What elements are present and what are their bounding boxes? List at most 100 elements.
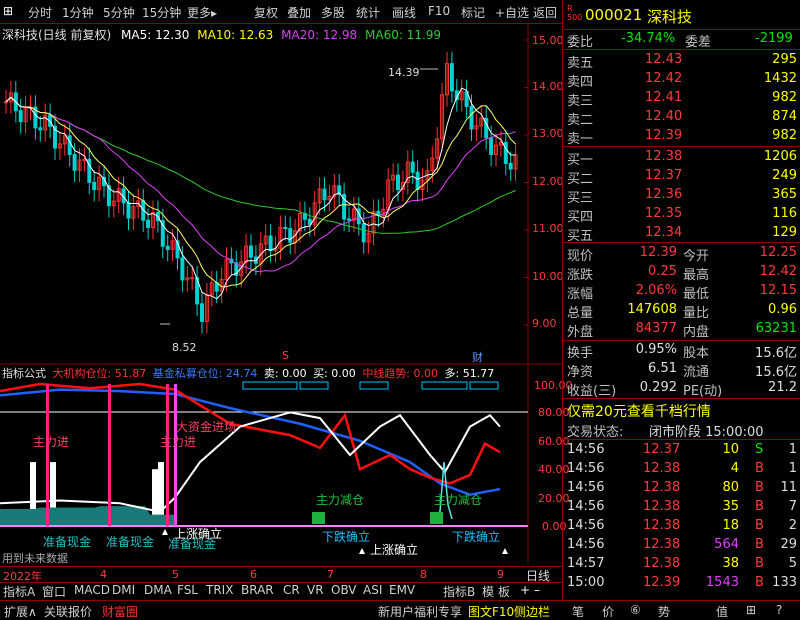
indicator-buy: 买: 0.00 (313, 367, 356, 380)
tab-trix[interactable]: TRIX (206, 583, 233, 597)
tb-zixuan[interactable]: +自选 (495, 4, 529, 21)
stat-value-2: 12.25 (759, 245, 797, 260)
tick-price: 12.37 (643, 442, 681, 457)
tick-row[interactable]: 14:56 12.38 4 B 1 (563, 460, 800, 479)
up-arrow-icon-2 (359, 548, 365, 554)
tb-more[interactable]: 更多▸ (187, 4, 217, 21)
ask-row[interactable]: 卖三 12.41 982 (563, 89, 800, 109)
tick-row[interactable]: 14:57 12.38 38 B 5 (563, 555, 800, 574)
tab-emv[interactable]: EMV (389, 583, 415, 597)
tab-ban[interactable]: 板 (498, 583, 510, 600)
candle-body (82, 158, 87, 161)
grid-icon[interactable]: ⊞ (746, 603, 756, 617)
tick-price: 12.38 (643, 461, 681, 476)
price-tick: 10.00 (532, 270, 564, 283)
tb-15min[interactable]: 15分钟 (142, 4, 181, 21)
tb-5min[interactable]: 5分钟 (103, 4, 135, 21)
month-tick: 5 (172, 568, 179, 581)
value-icon[interactable]: 值 (716, 603, 728, 620)
tick-side: B (755, 575, 764, 590)
trend-icon[interactable]: 势 (658, 603, 670, 620)
pen-icon[interactable]: 笔 (572, 603, 584, 620)
tab-zhibiao-a[interactable]: 指标A (3, 583, 35, 600)
tb-fenshi[interactable]: 分时 (28, 4, 52, 21)
bid-row[interactable]: 买四 12.35 116 (563, 205, 800, 225)
new-user-button[interactable]: 新用户福利专享 (378, 603, 462, 620)
stat-label-2: 内盘 (683, 325, 710, 340)
bid-row[interactable]: 买二 12.37 249 (563, 167, 800, 187)
stock-code[interactable]: 000021 (585, 6, 642, 24)
tab-obv[interactable]: OBV (331, 583, 357, 597)
expand-button[interactable]: 扩展∧ (4, 603, 37, 620)
minus-tab-icon[interactable]: – (534, 583, 540, 597)
signal-spike (108, 384, 111, 526)
tb-fuquan[interactable]: 复权 (254, 4, 278, 21)
indicator-title[interactable]: 指标公式 (2, 367, 46, 380)
tb-back[interactable]: 返回 (533, 4, 557, 21)
tb-diejia[interactable]: 叠加 (287, 4, 311, 21)
six-icon[interactable]: ⑥ (630, 603, 641, 617)
indicator-duo: 多: 51.77 (444, 367, 495, 380)
tab-window[interactable]: 窗口 (42, 583, 66, 600)
related-quote-button[interactable]: 关联报价 (44, 603, 92, 620)
tab-macd[interactable]: MACD (74, 583, 110, 597)
tick-price: 12.38 (643, 556, 681, 571)
ask-row[interactable]: 卖五 12.43 295 (563, 51, 800, 71)
ask-row[interactable]: 卖一 12.39 982 (563, 127, 800, 147)
tick-count: 11 (780, 480, 797, 495)
stat-row: 涨幅 2.06% 最低 12.15 (563, 282, 800, 302)
candle-body (508, 162, 513, 170)
weibi-label: 委比 (567, 35, 594, 50)
tab-mo[interactable]: 模 (482, 583, 494, 600)
stat-row: 外盘 84377 内盘 63231 (563, 320, 800, 340)
bid-row[interactable]: 买一 12.38 1206 (563, 148, 800, 168)
candle-body (489, 137, 494, 155)
tick-row[interactable]: 14:56 12.38 80 B 11 (563, 479, 800, 498)
tick-row[interactable]: 15:00 12.39 1543 B 133 (563, 574, 800, 593)
candle-body (146, 219, 151, 228)
price-icon[interactable]: 价 (602, 603, 614, 620)
cai-marker[interactable]: 财 (472, 349, 483, 365)
tab-dma[interactable]: DMA (144, 583, 172, 597)
stat-label-2: 最高 (683, 268, 710, 283)
tb-1min[interactable]: 1分钟 (62, 4, 94, 21)
sidebar-button[interactable]: 侧边栏 (514, 603, 550, 620)
jiancang-label-1: 主力减仓 (316, 493, 365, 507)
stat-row: 总量 147608 量比 0.96 (563, 301, 800, 321)
price-tick: 9.00 (532, 317, 557, 330)
bid-price: 12.38 (645, 149, 683, 164)
price-tick: 14.00 (532, 80, 564, 93)
help-icon[interactable]: ? (776, 603, 782, 617)
promo-text[interactable]: 仅需20元查看千档行情 (567, 401, 711, 421)
tab-asi[interactable]: ASI (363, 583, 382, 597)
tb-tongji[interactable]: 统计 (356, 4, 380, 21)
tab-brar[interactable]: BRAR (241, 583, 274, 597)
tb-duogu[interactable]: 多股 (321, 4, 345, 21)
add-tab-icon[interactable]: + (520, 583, 530, 597)
bid-row[interactable]: 买五 12.34 129 (563, 224, 800, 244)
bid-level: 买三 (567, 191, 594, 206)
stock-name[interactable]: 深科技 (647, 6, 692, 27)
ask-row[interactable]: 卖二 12.40 874 (563, 108, 800, 128)
s-marker[interactable]: S (282, 349, 289, 362)
tick-row[interactable]: 14:56 12.38 35 B 7 (563, 498, 800, 517)
tick-row[interactable]: 14:56 12.38 564 B 29 (563, 536, 800, 555)
tb-biaoji[interactable]: 标记 (461, 4, 485, 21)
stat2-label: 换手 (567, 346, 594, 361)
tb-f10[interactable]: F10 (428, 4, 450, 18)
wealth-circle-button[interactable]: 财富圈 (102, 603, 138, 620)
tab-zhibiao-b[interactable]: 指标B (443, 583, 475, 600)
promo-row[interactable]: 仅需20元查看千档行情 (563, 400, 800, 420)
tb-huaxian[interactable]: 画线 (392, 4, 416, 21)
tick-row[interactable]: 14:56 12.38 18 B 2 (563, 517, 800, 536)
stat2-label-2: 流通 (683, 365, 710, 380)
tab-cr[interactable]: CR (283, 583, 300, 597)
f10-button[interactable]: 图文F10 (468, 603, 514, 620)
windows-icon[interactable]: ⊞ (3, 4, 13, 18)
tab-dmi[interactable]: DMI (112, 583, 135, 597)
tab-fsl[interactable]: FSL (177, 583, 198, 597)
ask-row[interactable]: 卖四 12.42 1432 (563, 70, 800, 90)
tick-row[interactable]: 14:56 12.37 10 S 1 (563, 441, 800, 460)
tab-vr[interactable]: VR (307, 583, 324, 597)
bid-row[interactable]: 买三 12.36 365 (563, 186, 800, 206)
